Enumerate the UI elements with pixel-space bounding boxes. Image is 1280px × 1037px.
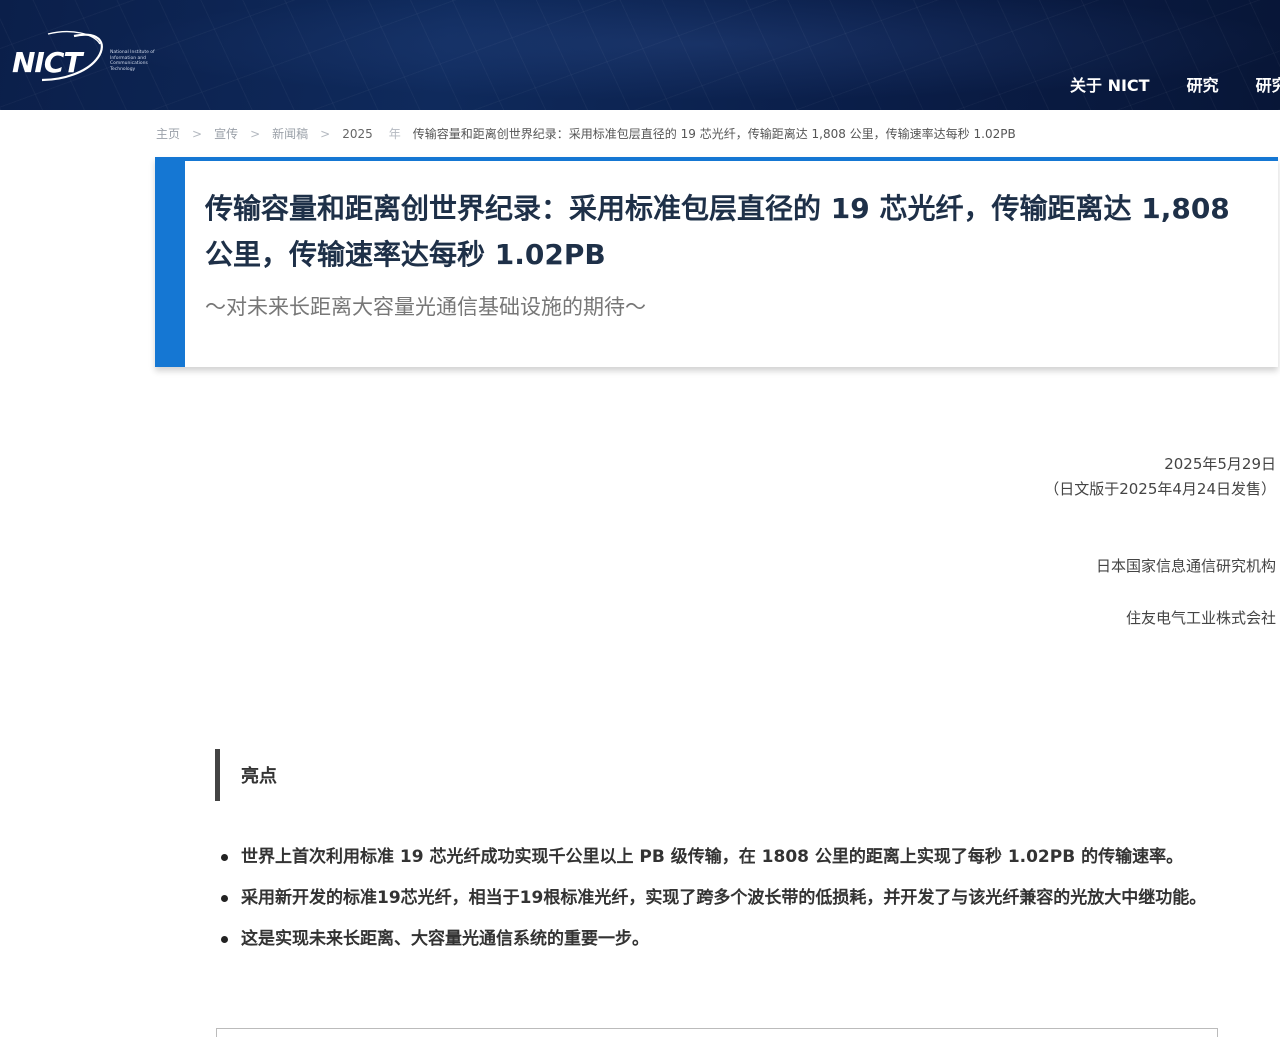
highlights-heading: 亮点 — [215, 749, 277, 801]
release-date: 2025年5月29日 — [1164, 455, 1276, 473]
org-sumitomo: 住友电气工业株式会社 — [1125, 609, 1276, 627]
list-item-text: 采用新开发的标准19芯光纤，相当于19根标准光纤，实现了跨多个波长带的低损耗，并… — [241, 888, 1207, 908]
list-item: 采用新开发的标准19芯光纤，相当于19根标准光纤，实现了跨多个波长带的低损耗，并… — [218, 883, 1218, 914]
bullet-icon — [221, 854, 228, 861]
page-title: 传输容量和距离创世界纪录：采用标准包层直径的 19 芯光纤，传输距离达 1,80… — [205, 192, 1230, 271]
title-card: 传输容量和距离创世界纪录：采用标准包层直径的 19 芯光纤，传输距离达 1,80… — [155, 157, 1278, 367]
nav-item-about[interactable]: 关于 NICT — [1070, 72, 1150, 96]
breadcrumb-separator: > — [192, 127, 203, 141]
nav-item-research[interactable]: 研究 — [1187, 72, 1219, 96]
list-item-text: 世界上首次利用标准 19 芯光纤成功实现千公里以上 PB 级传输，在 1808 … — [241, 847, 1184, 867]
breadcrumb-publicity[interactable]: 宣传 — [214, 127, 238, 141]
page-subtitle: ～对未来长距离大容量光通信基础设施的期待～ — [205, 295, 646, 319]
list-item-text: 这是实现未来长距离、大容量光通信系统的重要一步。 — [241, 929, 649, 949]
bullet-icon — [221, 936, 228, 943]
breadcrumb-separator: > — [250, 127, 261, 141]
site-header: NICT National Institute of Information a… — [0, 0, 1280, 110]
bullet-icon — [221, 895, 228, 902]
breadcrumb-home[interactable]: 主页 — [156, 127, 180, 141]
release-date-note: （日文版于2025年4月24日发售） — [1044, 480, 1276, 498]
org-nict: 日本国家信息通信研究机构 — [1095, 557, 1276, 575]
highlights-list: 世界上首次利用标准 19 芯光纤成功实现千公里以上 PB 级传输，在 1808 … — [218, 842, 1218, 965]
content-box-edge — [216, 1028, 1218, 1037]
breadcrumb-current: 传输容量和距离创世界纪录：采用标准包层直径的 19 芯光纤，传输距离达 1,80… — [412, 127, 1016, 141]
logo-subtext: National Institute of Information and Co… — [110, 50, 155, 72]
list-item: 世界上首次利用标准 19 芯光纤成功实现千公里以上 PB 级传输，在 1808 … — [218, 842, 1218, 873]
breadcrumb-press-release[interactable]: 新闻稿 — [272, 127, 308, 141]
title-accent-bar — [155, 161, 185, 367]
breadcrumb-year-suffix: 年 — [388, 127, 401, 141]
nict-logo[interactable]: NICT National Institute of Information a… — [12, 28, 162, 88]
nav-item-research-2[interactable]: 研究 — [1256, 72, 1280, 96]
breadcrumb-year[interactable]: 2025 — [342, 127, 373, 141]
breadcrumb: 主页 > 宣传 > 新闻稿 >2025 年传输容量和距离创世界纪录：采用标准包层直径的 19… — [156, 125, 1016, 142]
page: NICT National Institute of Information a… — [0, 0, 1280, 1037]
logo-text: NICT — [12, 46, 82, 79]
list-item: 这是实现未来长距离、大容量光通信系统的重要一步。 — [218, 924, 1218, 955]
breadcrumb-separator: > — [320, 127, 331, 141]
main-nav: 关于 NICT 研究 研究 — [1070, 72, 1280, 96]
